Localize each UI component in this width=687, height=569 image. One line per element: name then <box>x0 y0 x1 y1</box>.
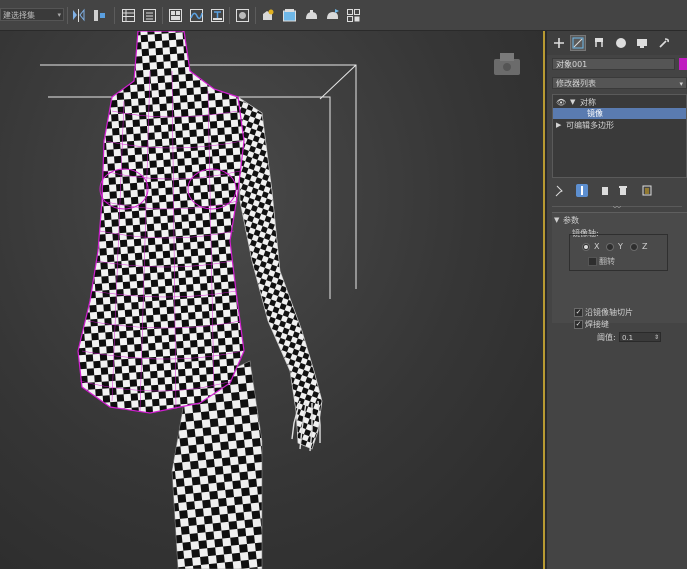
threshold-spinner[interactable]: 0.1 ⇕ <box>619 332 661 342</box>
spinner-arrows-icon[interactable]: ⇕ <box>654 333 659 343</box>
collapse-arrow-icon[interactable]: ▼ <box>570 97 575 108</box>
rendered-frame-icon[interactable] <box>282 8 297 23</box>
object-name-value: 对象001 <box>556 60 588 69</box>
stack-item-mirror-gizmo[interactable]: 镜像 <box>553 108 686 119</box>
render-setup-icon[interactable] <box>260 8 275 23</box>
chevron-down-icon: ▾ <box>57 11 61 19</box>
selection-set-dropdown[interactable]: 建选择集 ▾ <box>0 8 64 21</box>
display-icon[interactable] <box>635 36 649 50</box>
axis-y-label: Y <box>618 242 623 251</box>
collapse-icon[interactable]: ▼ <box>554 216 559 224</box>
torso-mesh <box>77 31 245 414</box>
eye-icon[interactable]: 👁 <box>556 97 566 108</box>
axis-y-radio[interactable] <box>606 243 614 251</box>
object-name-field[interactable]: 对象001 <box>552 58 675 70</box>
stack-item-label: 对称 <box>580 98 596 107</box>
modifier-stack: 👁 ▼ 对称 镜像 ▶ 可编辑多边形 <box>552 94 687 178</box>
axis-z-label: Z <box>642 242 648 251</box>
viewcube-icon <box>494 53 520 75</box>
align-icon[interactable] <box>92 8 107 23</box>
axis-x-radio[interactable] <box>582 243 590 251</box>
toggle-ribbon-icon[interactable] <box>168 8 183 23</box>
flip-label: 翻转 <box>599 257 615 266</box>
chevron-down-icon: ▾ <box>679 80 683 88</box>
toolbar-separator <box>114 7 115 24</box>
command-panel-tabs <box>547 31 687 55</box>
expand-arrow-icon[interactable]: ▶ <box>556 120 561 131</box>
mirror-axis-group: X Y Z 翻转 <box>569 234 668 271</box>
stack-item-editable-poly[interactable]: ▶ 可编辑多边形 <box>553 120 686 131</box>
object-color-swatch[interactable] <box>679 58 687 70</box>
toolbar-separator <box>67 7 68 24</box>
layer-icon[interactable] <box>142 8 157 23</box>
selection-set-label: 建选择集 <box>3 11 35 20</box>
stack-item-symmetry[interactable]: 👁 ▼ 对称 <box>553 97 686 108</box>
render-icon[interactable] <box>304 8 319 23</box>
make-unique-icon[interactable] <box>599 184 611 197</box>
flip-checkbox[interactable] <box>588 257 597 266</box>
pin-stack-icon[interactable] <box>553 184 565 197</box>
stack-tools <box>547 182 687 200</box>
command-panel: 对象001 修改器列表 ▾ 👁 ▼ 对称 镜像 ▶ 可编辑多边形 〰 ▼ 参数 … <box>547 31 687 569</box>
axis-z-radio[interactable] <box>630 243 638 251</box>
hierarchy-icon[interactable] <box>592 36 606 50</box>
axis-x-label: X <box>594 242 600 251</box>
render-iterative-icon[interactable] <box>325 8 340 23</box>
weld-seam-label: 焊接缝 <box>585 320 609 329</box>
modifier-list-dropdown[interactable]: 修改器列表 ▾ <box>552 77 687 89</box>
remove-modifier-icon[interactable] <box>617 184 629 197</box>
modify-icon[interactable] <box>570 35 586 51</box>
modifier-list-label: 修改器列表 <box>556 79 596 88</box>
layer-manager-icon[interactable] <box>121 8 136 23</box>
create-icon[interactable] <box>552 36 566 50</box>
viewport-scene[interactable] <box>0 31 545 569</box>
material-editor-icon[interactable] <box>235 8 250 23</box>
slice-along-mirror-checkbox[interactable]: ✓ <box>574 308 583 317</box>
parameters-rollout: ▼ 参数 镜像轴: X Y Z 翻转 ✓ 沿镜像轴切片 ✓ 焊接缝 阈值: 0.… <box>552 212 687 342</box>
show-end-result-icon[interactable] <box>576 184 588 197</box>
toolbar-separator <box>162 7 163 24</box>
rollout-title[interactable]: 参数 <box>563 215 579 226</box>
perspective-viewport[interactable] <box>0 31 545 569</box>
utilities-icon[interactable] <box>657 36 671 50</box>
stack-item-label: 镜像 <box>587 109 603 118</box>
schematic-view-icon[interactable] <box>210 8 225 23</box>
snap-icon[interactable] <box>346 8 361 23</box>
configure-sets-icon[interactable] <box>641 184 653 197</box>
threshold-value: 0.1 <box>622 334 634 342</box>
weld-seam-checkbox[interactable]: ✓ <box>574 320 583 329</box>
toolbar-separator <box>255 7 256 24</box>
main-toolbar: 建选择集 ▾ <box>0 0 687 31</box>
motion-icon[interactable] <box>614 36 628 50</box>
slice-along-mirror-label: 沿镜像轴切片 <box>585 308 633 317</box>
stack-item-label: 可编辑多边形 <box>566 121 614 130</box>
mirror-icon[interactable] <box>71 8 86 23</box>
curve-editor-icon[interactable] <box>189 8 204 23</box>
toolbar-separator <box>229 7 230 24</box>
threshold-label: 阈值: <box>597 333 616 342</box>
